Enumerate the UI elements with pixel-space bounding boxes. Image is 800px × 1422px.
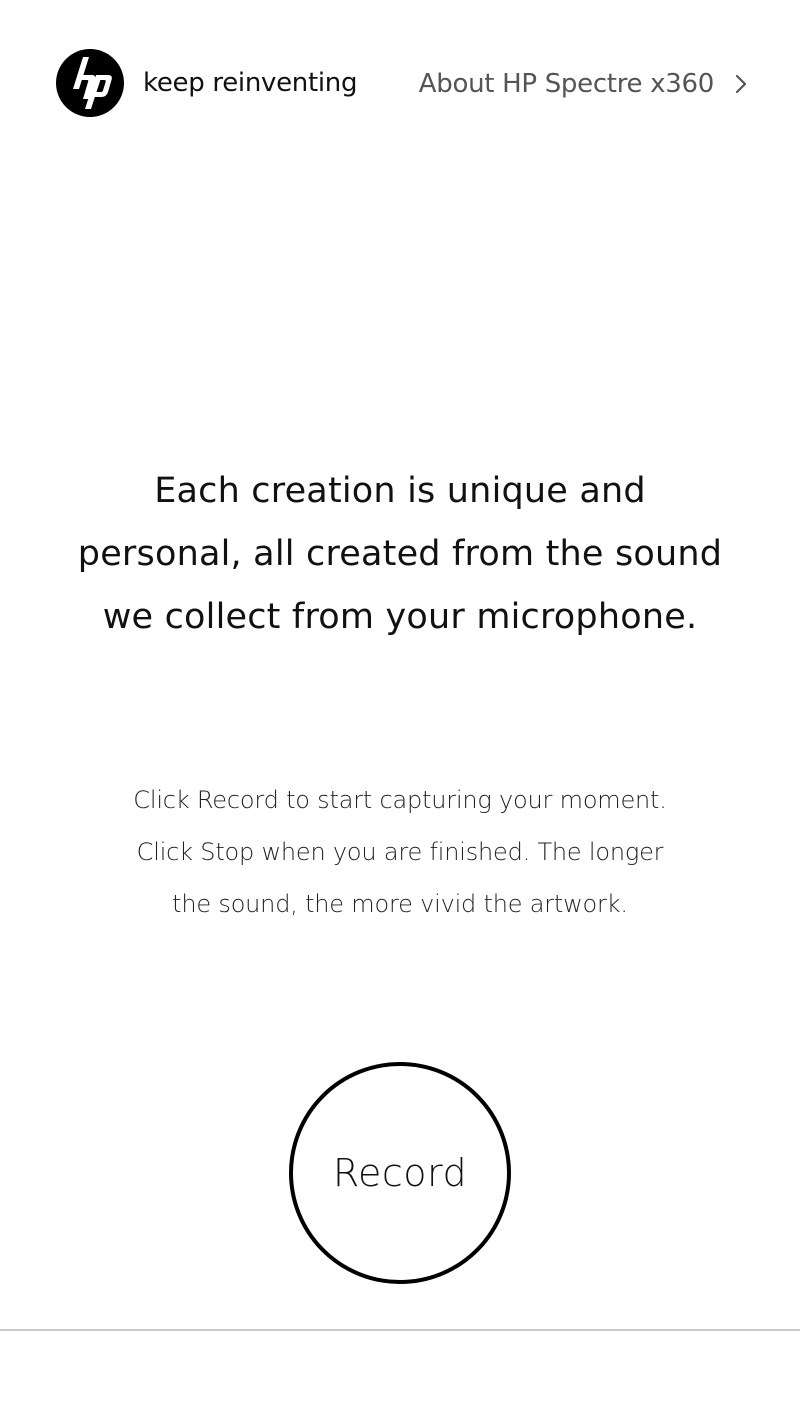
about-product-link-label: About HP Spectre x360 (418, 69, 715, 99)
brand-tagline: keep reinventing (143, 68, 358, 98)
instruction-line: Click Stop when you are finished. The lo… (136, 838, 664, 866)
hp-logo-icon[interactable] (56, 49, 124, 117)
instruction-line: Click Record to start capturing your mom… (133, 786, 667, 814)
recording-instructions: Click Record to start capturing your mom… (0, 774, 800, 930)
footer-divider (0, 1329, 800, 1331)
site-header: keep reinventing About HP Spectre x360 (0, 0, 800, 165)
headline-line: we collect from your microphone. (102, 597, 698, 637)
headline-line: personal, all created from the sound (77, 534, 723, 574)
record-button-label: Record (332, 1151, 468, 1195)
page-headline: Each creation is unique and personal, al… (0, 460, 800, 649)
record-button[interactable]: Record (289, 1062, 511, 1284)
chevron-right-icon (734, 74, 748, 94)
about-product-link[interactable]: About HP Spectre x360 (419, 66, 748, 102)
headline-line: Each creation is unique and (154, 471, 646, 511)
instruction-line: the sound, the more vivid the artwork. (172, 890, 628, 918)
